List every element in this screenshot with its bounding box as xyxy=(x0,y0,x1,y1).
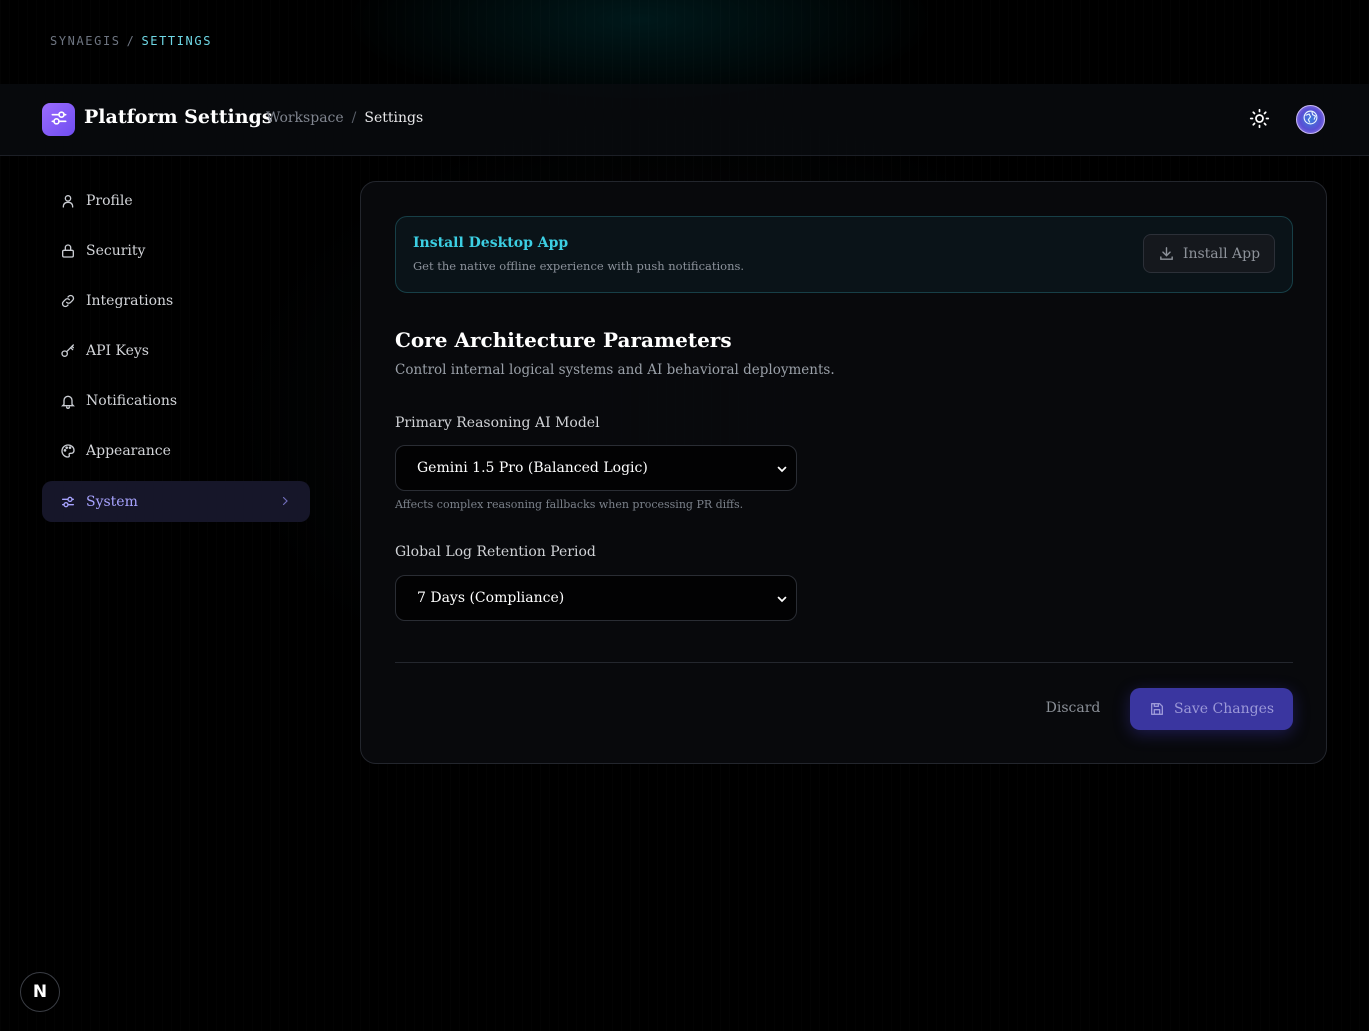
nextjs-logo-letter: N xyxy=(32,982,48,1002)
sliders-icon xyxy=(59,493,76,510)
install-app-banner: Install Desktop App Get the native offli… xyxy=(395,216,1293,293)
app-logo xyxy=(42,103,75,136)
settings-page: SYNAEGIS / SETTINGS Platform Settings Work… xyxy=(0,0,1369,1031)
banner-title: Install Desktop App xyxy=(413,235,569,251)
install-app-label: Install App xyxy=(1182,245,1261,262)
sliders-icon xyxy=(49,108,69,132)
chevron-right-icon xyxy=(278,494,292,508)
nextjs-dev-badge[interactable]: N xyxy=(20,972,60,1012)
sidebar-item-label: Notifications xyxy=(86,393,178,410)
top-breadcrumb-separator: / xyxy=(126,34,136,48)
sidebar-item-security[interactable]: Security xyxy=(42,230,310,271)
sidebar-item-label: API Keys xyxy=(86,343,149,360)
save-changes-button[interactable]: Save Changes xyxy=(1130,688,1293,730)
header-bar: Platform Settings Workspace / Settings xyxy=(0,84,1369,156)
top-breadcrumb-root[interactable]: SYNAEGIS xyxy=(50,34,121,48)
model-field-hint: Affects complex reasoning fallbacks when… xyxy=(395,498,744,511)
retention-field-label: Global Log Retention Period xyxy=(395,544,596,560)
sidebar-item-label: Appearance xyxy=(86,443,171,460)
save-changes-label: Save Changes xyxy=(1173,701,1275,717)
key-icon xyxy=(59,343,76,360)
sidebar-item-label: Security xyxy=(86,242,146,259)
settings-card: Install Desktop App Get the native offli… xyxy=(360,181,1327,764)
retention-select-value: 7 Days (Compliance) xyxy=(417,590,565,606)
sidebar-item-integrations[interactable]: Integrations xyxy=(42,280,310,321)
theme-toggle-button[interactable] xyxy=(1246,107,1272,133)
install-app-button[interactable]: Install App xyxy=(1143,234,1275,273)
sidebar-nav: Profile Security Integrations API Keys N… xyxy=(42,180,310,531)
retention-select[interactable]: 7 Days (Compliance) xyxy=(395,575,797,621)
globe-avatar-icon xyxy=(1302,109,1319,130)
sidebar-item-label: Profile xyxy=(86,192,133,209)
actions-divider xyxy=(395,662,1293,663)
banner-description: Get the native offline experience with p… xyxy=(413,259,745,273)
breadcrumb: Workspace / Settings xyxy=(266,110,423,126)
top-breadcrumb-current: SETTINGS xyxy=(141,34,213,48)
palette-icon xyxy=(59,443,76,460)
floppy-disk-icon xyxy=(1149,701,1165,717)
breadcrumb-workspace[interactable]: Workspace xyxy=(266,110,344,126)
sidebar-item-api-keys[interactable]: API Keys xyxy=(42,331,310,372)
model-select-value: Gemini 1.5 Pro (Balanced Logic) xyxy=(417,460,648,476)
download-icon xyxy=(1158,245,1175,262)
sidebar-item-notifications[interactable]: Notifications xyxy=(42,381,310,422)
chevron-down-icon xyxy=(776,593,788,605)
lock-icon xyxy=(59,242,76,259)
sidebar-item-label: System xyxy=(86,493,138,510)
section-title: Core Architecture Parameters xyxy=(395,328,732,352)
sidebar-item-profile[interactable]: Profile xyxy=(42,180,310,221)
page-title: Platform Settings xyxy=(84,106,273,128)
avatar[interactable] xyxy=(1296,105,1325,134)
sidebar-item-system[interactable]: System xyxy=(42,481,310,523)
link-icon xyxy=(59,292,76,309)
user-icon xyxy=(59,192,76,209)
breadcrumb-separator: / xyxy=(351,110,357,126)
section-description: Control internal logical systems and AI … xyxy=(395,362,835,378)
top-breadcrumb: SYNAEGIS / SETTINGS xyxy=(50,34,212,48)
chevron-down-icon xyxy=(776,463,788,475)
bell-icon xyxy=(59,393,76,410)
model-select[interactable]: Gemini 1.5 Pro (Balanced Logic) xyxy=(395,445,797,491)
discard-button[interactable]: Discard xyxy=(1031,689,1115,727)
sidebar-item-label: Integrations xyxy=(86,292,174,309)
sidebar-item-appearance[interactable]: Appearance xyxy=(42,431,310,472)
model-field-label: Primary Reasoning AI Model xyxy=(395,415,600,431)
breadcrumb-settings: Settings xyxy=(364,110,424,126)
sun-icon xyxy=(1249,108,1270,133)
